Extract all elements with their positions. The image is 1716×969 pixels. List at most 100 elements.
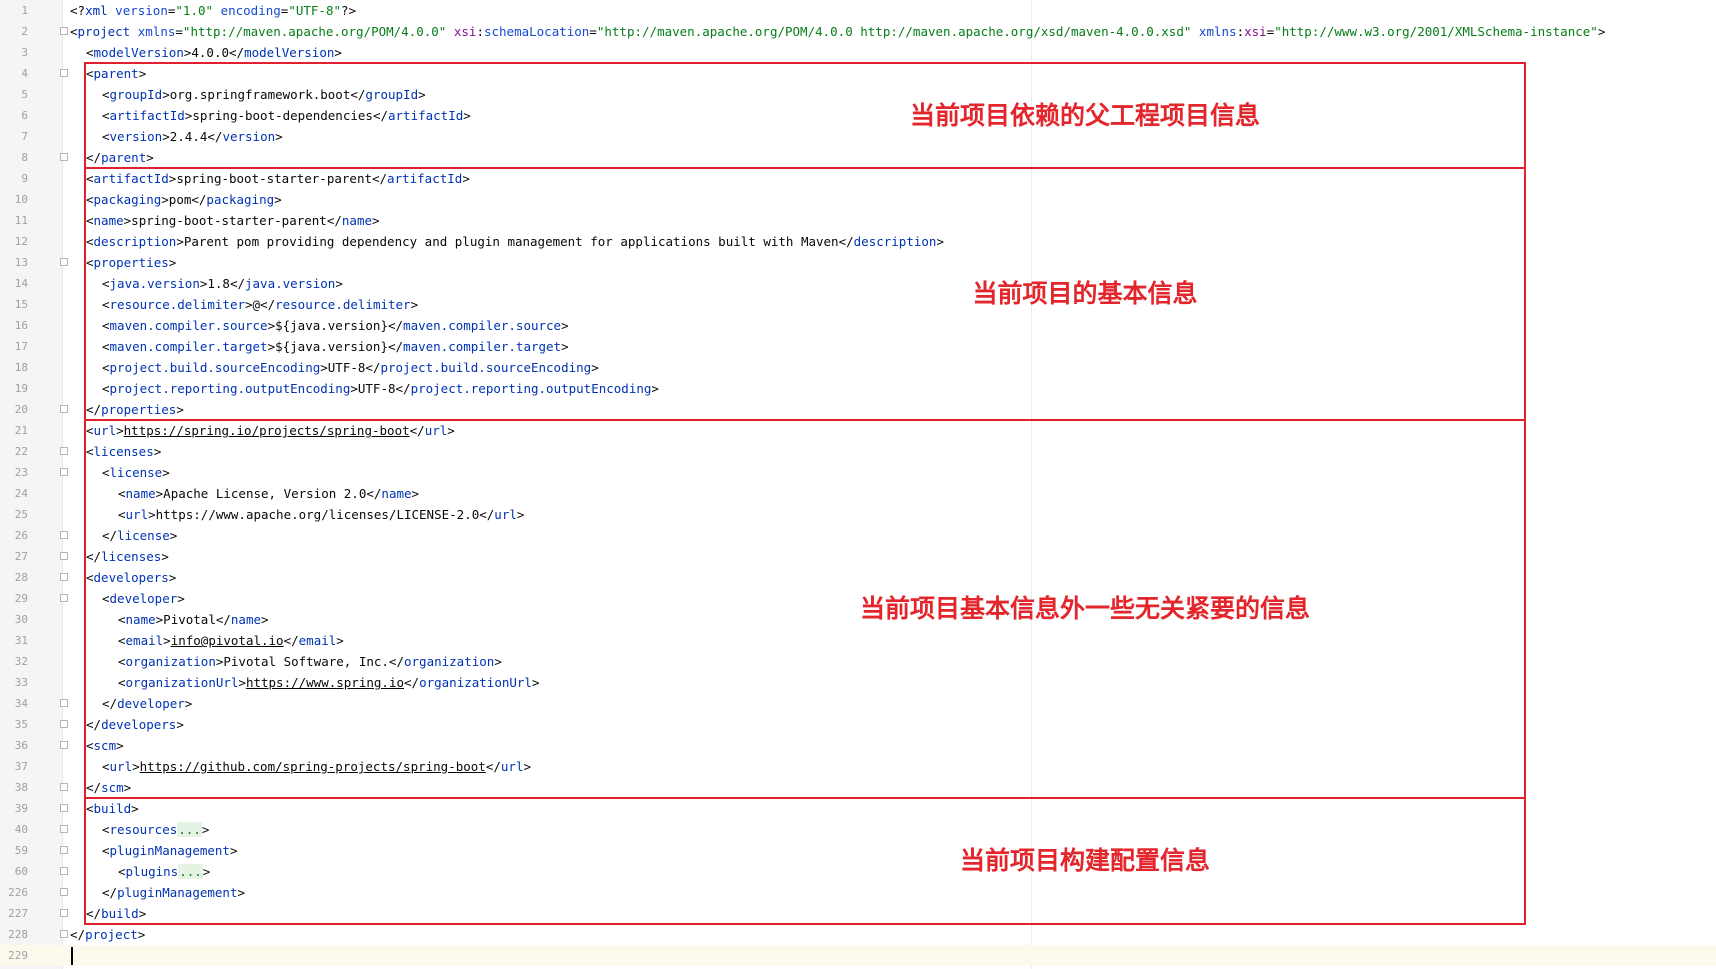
fold-marker-icon[interactable] (60, 153, 68, 161)
line-number: 16 (14, 319, 28, 332)
line-number: 11 (14, 214, 28, 227)
fold-marker-icon[interactable] (60, 468, 68, 476)
fold-marker-icon[interactable] (60, 447, 68, 455)
annotation-box (84, 62, 1526, 169)
line-number: 7 (21, 130, 28, 143)
line-number: 19 (14, 382, 28, 395)
fold-marker-icon[interactable] (60, 405, 68, 413)
code-line[interactable]: 3 <modelVersion>4.0.0</modelVersion> (0, 42, 1716, 63)
line-number: 20 (14, 403, 28, 416)
code-token: = (175, 24, 183, 39)
line-number: 60 (14, 865, 28, 878)
code-line[interactable]: 1 <?xml version="1.0" encoding="UTF-8"?> (0, 0, 1716, 21)
line-number: 229 (8, 949, 28, 962)
annotation-box (84, 797, 1526, 925)
line-number: 22 (14, 445, 28, 458)
line-number: 30 (14, 613, 28, 626)
code-token: version (115, 3, 168, 18)
code-line[interactable]: 228 </project> (0, 924, 1716, 945)
fold-marker-icon[interactable] (60, 531, 68, 539)
code-token: > (137, 927, 146, 942)
fold-marker-icon[interactable] (60, 804, 68, 812)
line-number: 37 (14, 760, 28, 773)
line-number: 228 (8, 928, 28, 941)
line-number: 35 (14, 718, 28, 731)
code-token: : (476, 24, 484, 39)
line-number: 38 (14, 781, 28, 794)
code-line[interactable]: 2 <project xmlns="http://maven.apache.org… (0, 21, 1716, 42)
line-number: 17 (14, 340, 28, 353)
annotation-label: 当前项目基本信息外一些无关紧要的信息 (860, 594, 1311, 623)
line-number: 18 (14, 361, 28, 374)
code-token: modelVersion (244, 45, 335, 60)
fold-marker-icon[interactable] (60, 258, 68, 266)
code-token: "http://maven.apache.org/POM/4.0.0" (182, 24, 447, 39)
code-token: "http://www.w3.org/2001/XMLSchema-instan… (1274, 24, 1598, 39)
code-token: > (334, 45, 342, 60)
line-number: 26 (14, 529, 28, 542)
code-token: xmlns (137, 24, 176, 39)
fold-marker-icon[interactable] (60, 699, 68, 707)
line-number: 5 (21, 88, 28, 101)
line-number: 15 (14, 298, 28, 311)
line-number: 13 (14, 256, 28, 269)
annotation-label: 当前项目的基本信息 (972, 279, 1198, 308)
fold-marker-icon[interactable] (60, 909, 68, 917)
fold-marker-icon[interactable] (60, 888, 68, 896)
code-editor[interactable]: 1 <?xml version="1.0" encoding="UTF-8"?> 2… (0, 0, 1716, 969)
fold-marker-icon[interactable] (60, 69, 68, 77)
fold-marker-icon[interactable] (60, 930, 68, 938)
line-number: 27 (14, 550, 28, 563)
line-number: 9 (21, 172, 28, 185)
code-token: < (70, 24, 78, 39)
code-token: ?> (341, 3, 357, 18)
code-line[interactable]: 229 (0, 945, 1716, 966)
code-token: xsi (453, 24, 477, 39)
line-number: 10 (14, 193, 28, 206)
fold-marker-icon[interactable] (60, 594, 68, 602)
code-token: xml (85, 3, 108, 18)
line-number: 29 (14, 592, 28, 605)
fold-marker-icon[interactable] (60, 573, 68, 581)
code-text: <?xml version="1.0" encoding="UTF-8"?> (70, 0, 356, 21)
line-number: 25 (14, 508, 28, 521)
line-number: 21 (14, 424, 28, 437)
code-text: <project xmlns="http://maven.apache.org/… (70, 21, 1605, 42)
code-token: schemaLocation (483, 24, 590, 39)
fold-marker-icon[interactable] (60, 741, 68, 749)
line-number: 3 (21, 46, 28, 59)
fold-marker-icon[interactable] (60, 825, 68, 833)
code-token: xmlns (1198, 24, 1237, 39)
fold-marker-icon[interactable] (60, 720, 68, 728)
code-token: </ (70, 927, 86, 942)
code-token: modelVersion (93, 45, 184, 60)
annotation-label: 当前项目依赖的父工程项目信息 (910, 100, 1261, 130)
line-number: 12 (14, 235, 28, 248)
line-number: 59 (14, 844, 28, 857)
code-token: project (77, 24, 131, 39)
code-text: <modelVersion>4.0.0</modelVersion> (86, 42, 342, 63)
line-number: 34 (14, 697, 28, 710)
code-token: "http://maven.apache.org/POM/4.0.0 http:… (596, 24, 1192, 39)
line-number: 31 (14, 634, 28, 647)
line-number: 40 (14, 823, 28, 836)
line-number: 6 (21, 109, 28, 122)
fold-marker-icon[interactable] (60, 552, 68, 560)
line-number: 23 (14, 466, 28, 479)
code-token: "UTF-8" (288, 3, 341, 18)
fold-marker-icon[interactable] (60, 783, 68, 791)
annotation-label: 当前项目构建配置信息 (960, 846, 1211, 875)
text-caret (71, 947, 73, 965)
fold-marker-icon[interactable] (60, 27, 68, 35)
line-number: 39 (14, 802, 28, 815)
line-number: 24 (14, 487, 28, 500)
fold-marker-icon[interactable] (60, 846, 68, 854)
line-number: 2 (21, 25, 28, 38)
fold-marker-icon[interactable] (60, 867, 68, 875)
line-number: 1 (21, 4, 28, 17)
line-number: 14 (14, 277, 28, 290)
